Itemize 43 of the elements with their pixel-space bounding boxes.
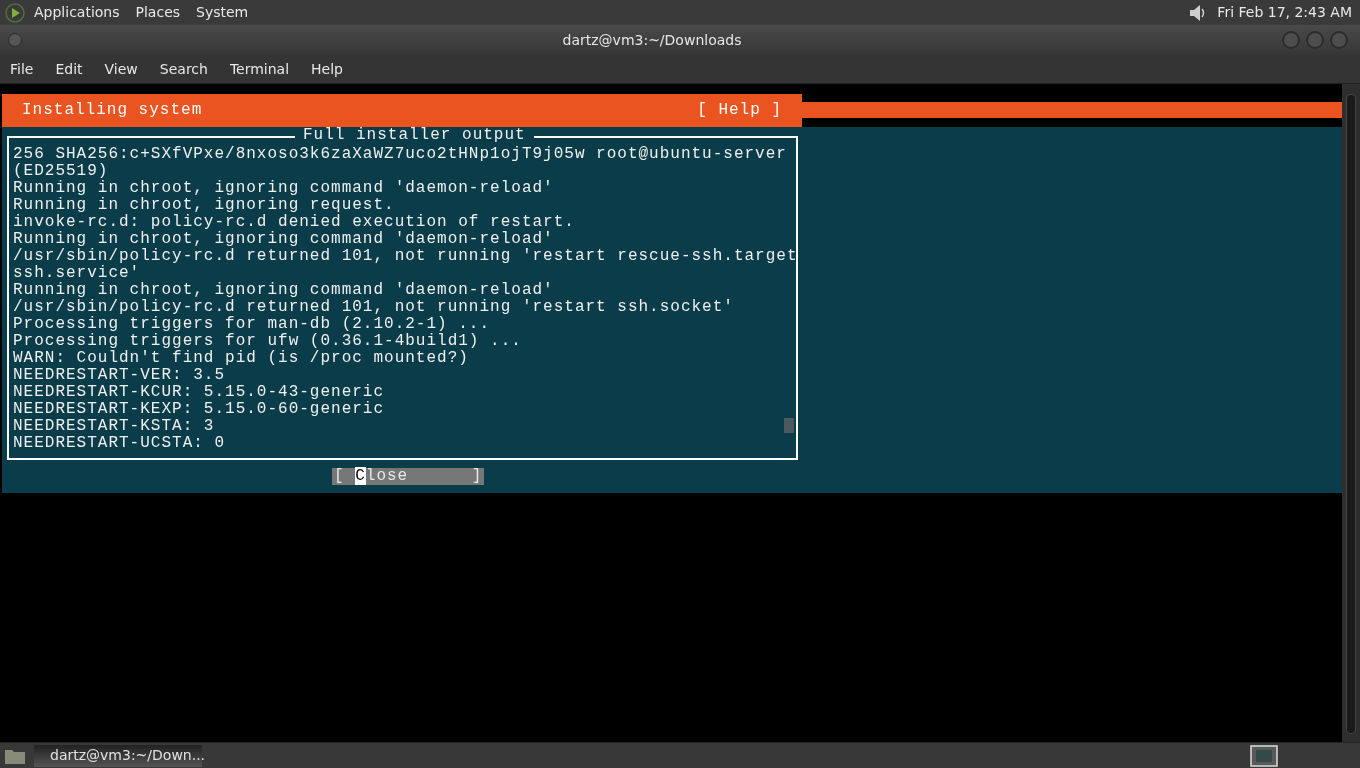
scroll-thumb[interactable] — [784, 418, 794, 433]
output-line: /usr/sbin/policy-rc.d returned 101, not running 'restart ssh.socket' — [13, 299, 734, 316]
window-menu-icon[interactable] — [8, 33, 22, 47]
scrollbar-thumb[interactable] — [1346, 94, 1356, 734]
output-line: 256 SHA256:c+SXfVPxe/8nxoso3k6zaXaWZ7uco2tHNp1ojT9j05w root@ubuntu-server — [13, 146, 787, 163]
close-button[interactable]: [ Close ] — [332, 468, 485, 485]
menu-item[interactable]: View — [104, 58, 138, 80]
output-line: (ED25519) — [13, 163, 109, 180]
menu-item[interactable]: Terminal — [229, 58, 290, 80]
installer-title: Installing system — [22, 102, 203, 119]
output-line: invoke-rc.d: policy-rc.d denied execution of restart. — [13, 214, 575, 231]
output-line: Processing triggers for ufw (0.36.1-4build1) ... — [13, 333, 522, 350]
clock[interactable]: Fri Feb 17, 2:43 AM — [1217, 2, 1352, 23]
menu-item[interactable]: File — [10, 58, 34, 80]
maximize-button[interactable] — [1306, 31, 1324, 49]
logo-icon[interactable] — [4, 1, 26, 24]
menu-item[interactable]: Search — [159, 58, 208, 80]
scrollbar[interactable] — [1342, 84, 1360, 742]
workspace-icon[interactable] — [1250, 744, 1278, 767]
output-line: NEEDRESTART-VER: 3.5 — [13, 367, 226, 384]
output-line: Running in chroot, ignoring command 'daemon-reload' — [13, 231, 554, 248]
output-line: ssh.service' — [13, 265, 141, 282]
output-line: NEEDRESTART-UCSTA: 0 — [13, 435, 226, 452]
output-line: Running in chroot, ignoring command 'daemon-reload' — [13, 180, 554, 197]
menu-item[interactable]: Edit — [55, 58, 83, 80]
panel-menu[interactable]: System — [196, 2, 249, 23]
taskbar-button[interactable]: dartz@vm3:~/Down... — [34, 744, 202, 767]
dialog-title: Full installer output — [295, 127, 534, 144]
output-line: Running in chroot, ignoring command 'daemon-reload' — [13, 282, 554, 299]
output-line: WARN: Couldn't find pid (is /proc mounted?) — [13, 350, 469, 367]
close-button[interactable] — [1330, 31, 1348, 49]
output-line: Processing triggers for man-db (2.10.2-1) ... — [13, 316, 491, 333]
output-line: NEEDRESTART-KSTA: 3 — [13, 418, 215, 435]
output-line: Running in chroot, ignoring request. — [13, 197, 395, 214]
output-line: NEEDRESTART-KCUR: 5.15.0-43-generic — [13, 384, 385, 401]
minimize-button[interactable] — [1282, 31, 1300, 49]
panel-menu[interactable]: Places — [135, 2, 181, 23]
menu-item[interactable]: Help — [311, 58, 343, 80]
window-title: dartz@vm3:~/Downloads — [562, 31, 742, 48]
output-line: NEEDRESTART-KEXP: 5.15.0-60-generic — [13, 401, 385, 418]
output-line: /usr/sbin/policy-rc.d returned 101, not running 'restart rescue-ssh.target — [13, 248, 798, 265]
panel-menu[interactable]: Applications — [34, 2, 120, 23]
help-button[interactable]: [ Help ] — [697, 102, 782, 119]
